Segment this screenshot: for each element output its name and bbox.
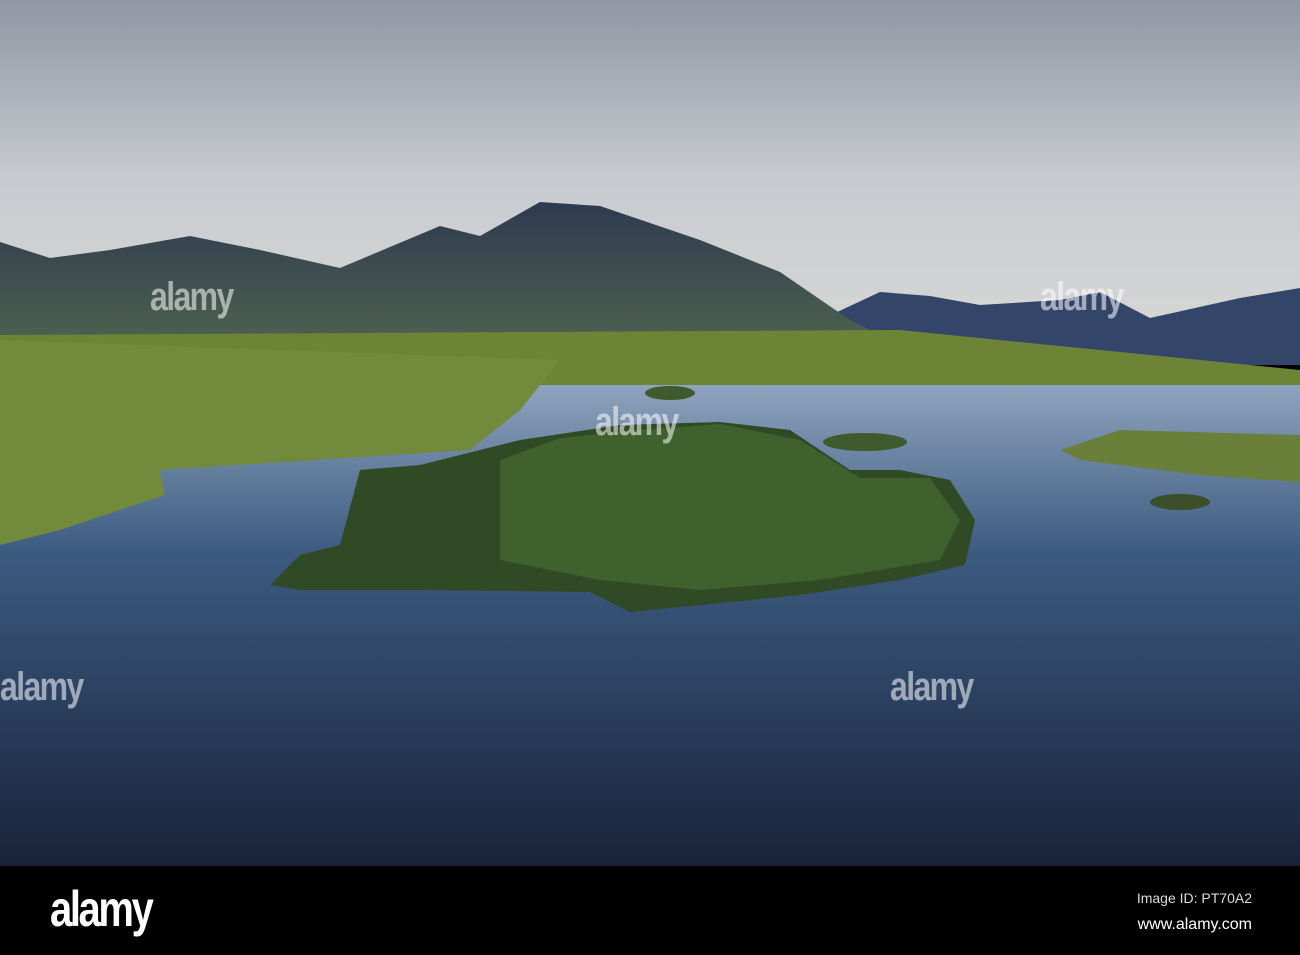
watermark: alamy <box>150 275 234 319</box>
watermark: alamy <box>1040 275 1124 319</box>
islet <box>1150 494 1210 510</box>
photo-scene: alamy alamy alamy alamy alamy alamy Imag… <box>0 0 1300 955</box>
watermark: alamy <box>595 400 679 444</box>
website-link[interactable]: www.alamy.com <box>1138 916 1252 934</box>
watermark: alamy <box>890 665 974 709</box>
watermark: alamy <box>0 665 84 709</box>
islet <box>645 386 695 400</box>
footer-bar: alamy Image ID: PT70A2 www.alamy.com <box>0 866 1300 955</box>
image-id: Image ID: PT70A2 <box>1136 890 1252 906</box>
islet <box>823 433 907 451</box>
alamy-logo: alamy <box>50 881 154 937</box>
